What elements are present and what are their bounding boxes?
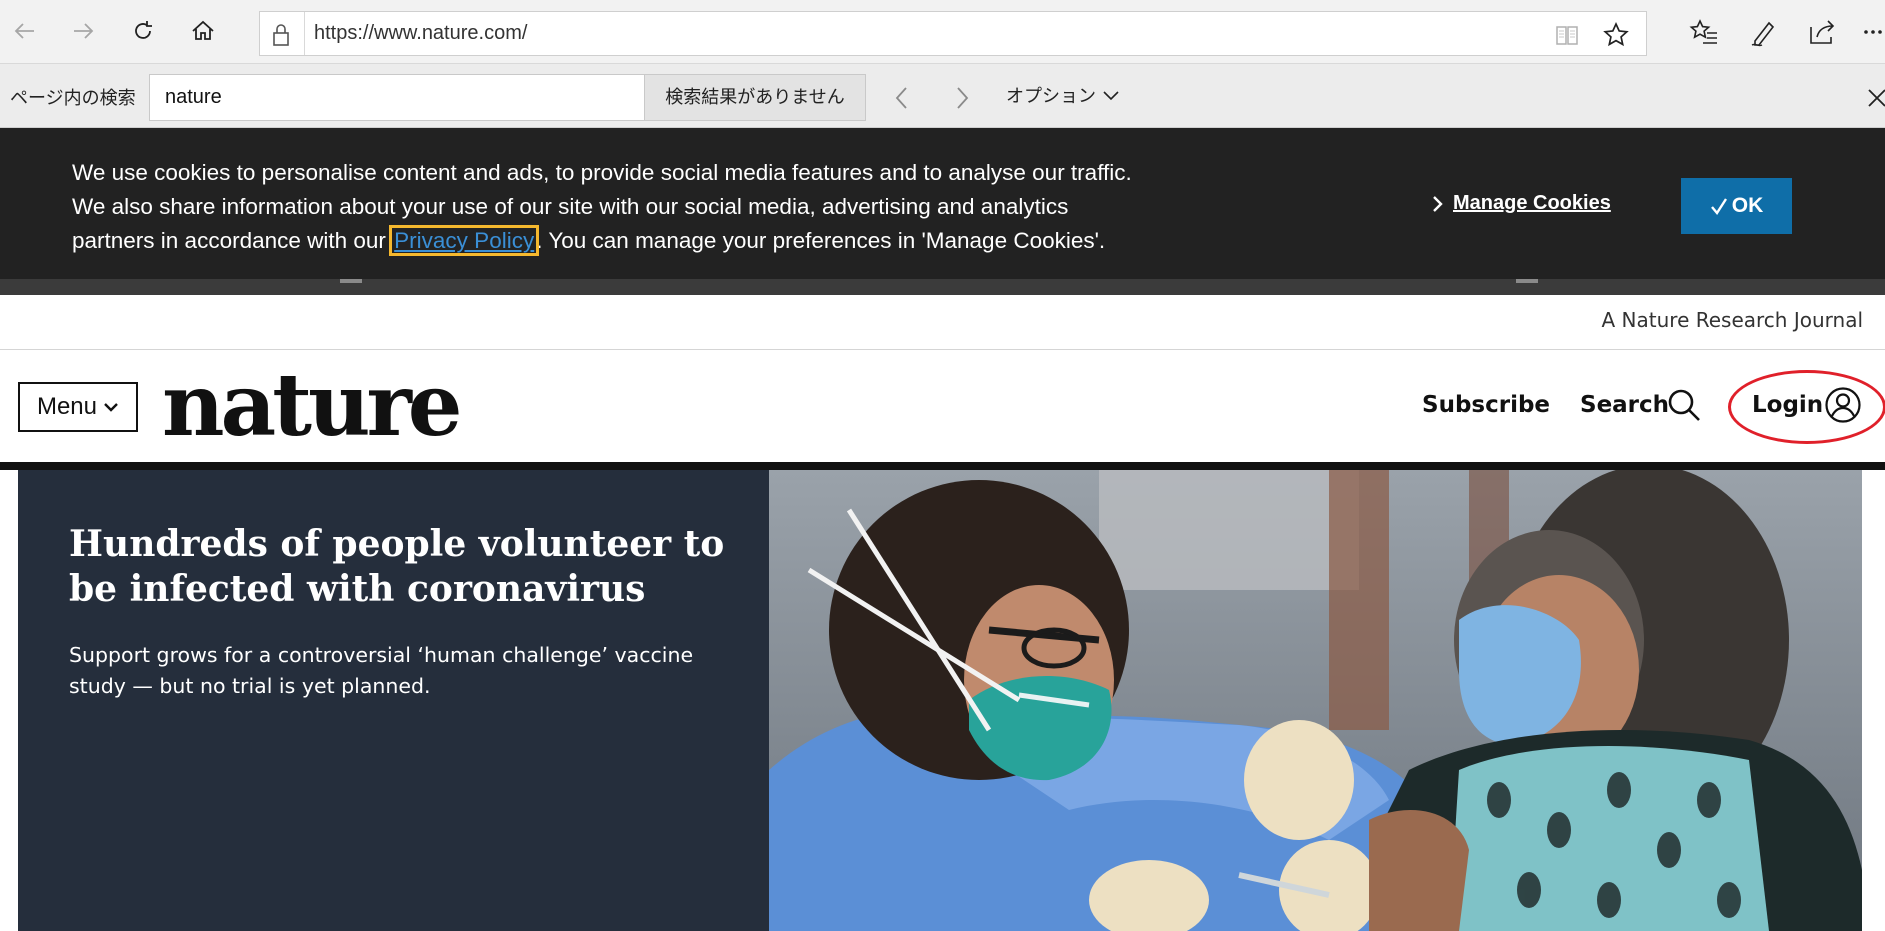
share-icon[interactable] <box>1806 16 1838 48</box>
more-icon[interactable] <box>1862 16 1885 48</box>
find-options-label: オプション <box>1006 86 1096 107</box>
home-icon[interactable] <box>186 14 220 48</box>
right-gutter <box>1862 470 1885 931</box>
cookie-message: We use cookies to personalise content an… <box>72 156 1192 258</box>
url-text[interactable]: https://www.nature.com/ <box>314 22 527 45</box>
header-divider <box>0 349 1885 350</box>
strip-marker <box>1516 279 1538 283</box>
subscribe-link[interactable]: Subscribe <box>1422 392 1550 418</box>
chevron-down-icon <box>1103 91 1119 101</box>
cookie-text-line: We use cookies to personalise content an… <box>72 160 1132 185</box>
reading-view-icon[interactable] <box>1554 22 1580 48</box>
forward-icon[interactable] <box>66 14 100 48</box>
chevron-right-icon <box>1433 195 1443 212</box>
header-bottom-bar <box>0 462 1885 470</box>
pen-notes-icon[interactable] <box>1748 16 1780 48</box>
search-icon[interactable] <box>1665 386 1703 424</box>
manage-cookies-label: Manage Cookies <box>1453 192 1611 214</box>
nature-logo[interactable]: nature <box>162 356 463 456</box>
page: https://www.nature.com/ ページ内の検索 nature 検… <box>0 0 1885 931</box>
address-bar[interactable]: https://www.nature.com/ <box>259 11 1647 56</box>
privacy-policy-link[interactable]: Privacy Policy <box>389 225 540 256</box>
banner-bottom-strip <box>0 279 1885 295</box>
chevron-down-icon <box>104 403 118 412</box>
find-label: ページ内の検索 <box>10 88 136 109</box>
manage-cookies-link[interactable]: Manage Cookies <box>1431 192 1611 215</box>
cookie-text-before: partners in accordance with our <box>72 228 393 253</box>
find-input[interactable]: nature <box>149 74 645 121</box>
cookie-text-line: We also share information about your use… <box>72 194 1069 219</box>
cookie-banner: We use cookies to personalise content an… <box>0 128 1885 279</box>
hero-image[interactable] <box>769 470 1862 931</box>
journal-label[interactable]: A Nature Research Journal <box>1602 308 1863 332</box>
hero-subtitle: Support grows for a controversial ‘human… <box>69 643 694 698</box>
find-options-button[interactable]: オプション <box>1006 82 1120 108</box>
browser-toolbar: https://www.nature.com/ <box>0 0 1885 64</box>
hero-photo <box>769 470 1862 931</box>
find-next-icon[interactable] <box>944 80 980 116</box>
menu-label: Menu <box>36 393 98 420</box>
login-highlight-annotation <box>1728 370 1885 444</box>
favorites-hub-icon[interactable] <box>1688 16 1720 48</box>
close-icon[interactable] <box>1862 80 1885 116</box>
find-previous-icon[interactable] <box>884 80 920 116</box>
ok-label: OK <box>1731 194 1764 217</box>
strip-marker <box>340 279 362 283</box>
find-in-page-bar: ページ内の検索 nature 検索結果がありません オプション <box>0 64 1885 128</box>
favorite-star-icon[interactable] <box>1602 21 1630 49</box>
back-icon[interactable] <box>8 14 42 48</box>
find-result-status: 検索結果がありません <box>645 74 866 121</box>
address-divider <box>304 12 305 55</box>
cookie-ok-button[interactable]: OK <box>1681 178 1792 234</box>
checkmark-icon <box>1710 198 1727 216</box>
refresh-icon[interactable] <box>126 14 160 48</box>
hero-title[interactable]: Hundreds of people volunteer to be infec… <box>69 522 729 612</box>
menu-button[interactable]: Menu <box>18 382 138 432</box>
cookie-text-line: partners in accordance with our Privacy … <box>72 224 1192 258</box>
hero-text-panel[interactable]: Hundreds of people volunteer to be infec… <box>18 470 769 931</box>
search-link[interactable]: Search <box>1580 392 1669 418</box>
lock-icon <box>268 22 294 48</box>
cookie-text-after: . You can manage your preferences in 'Ma… <box>536 228 1106 253</box>
